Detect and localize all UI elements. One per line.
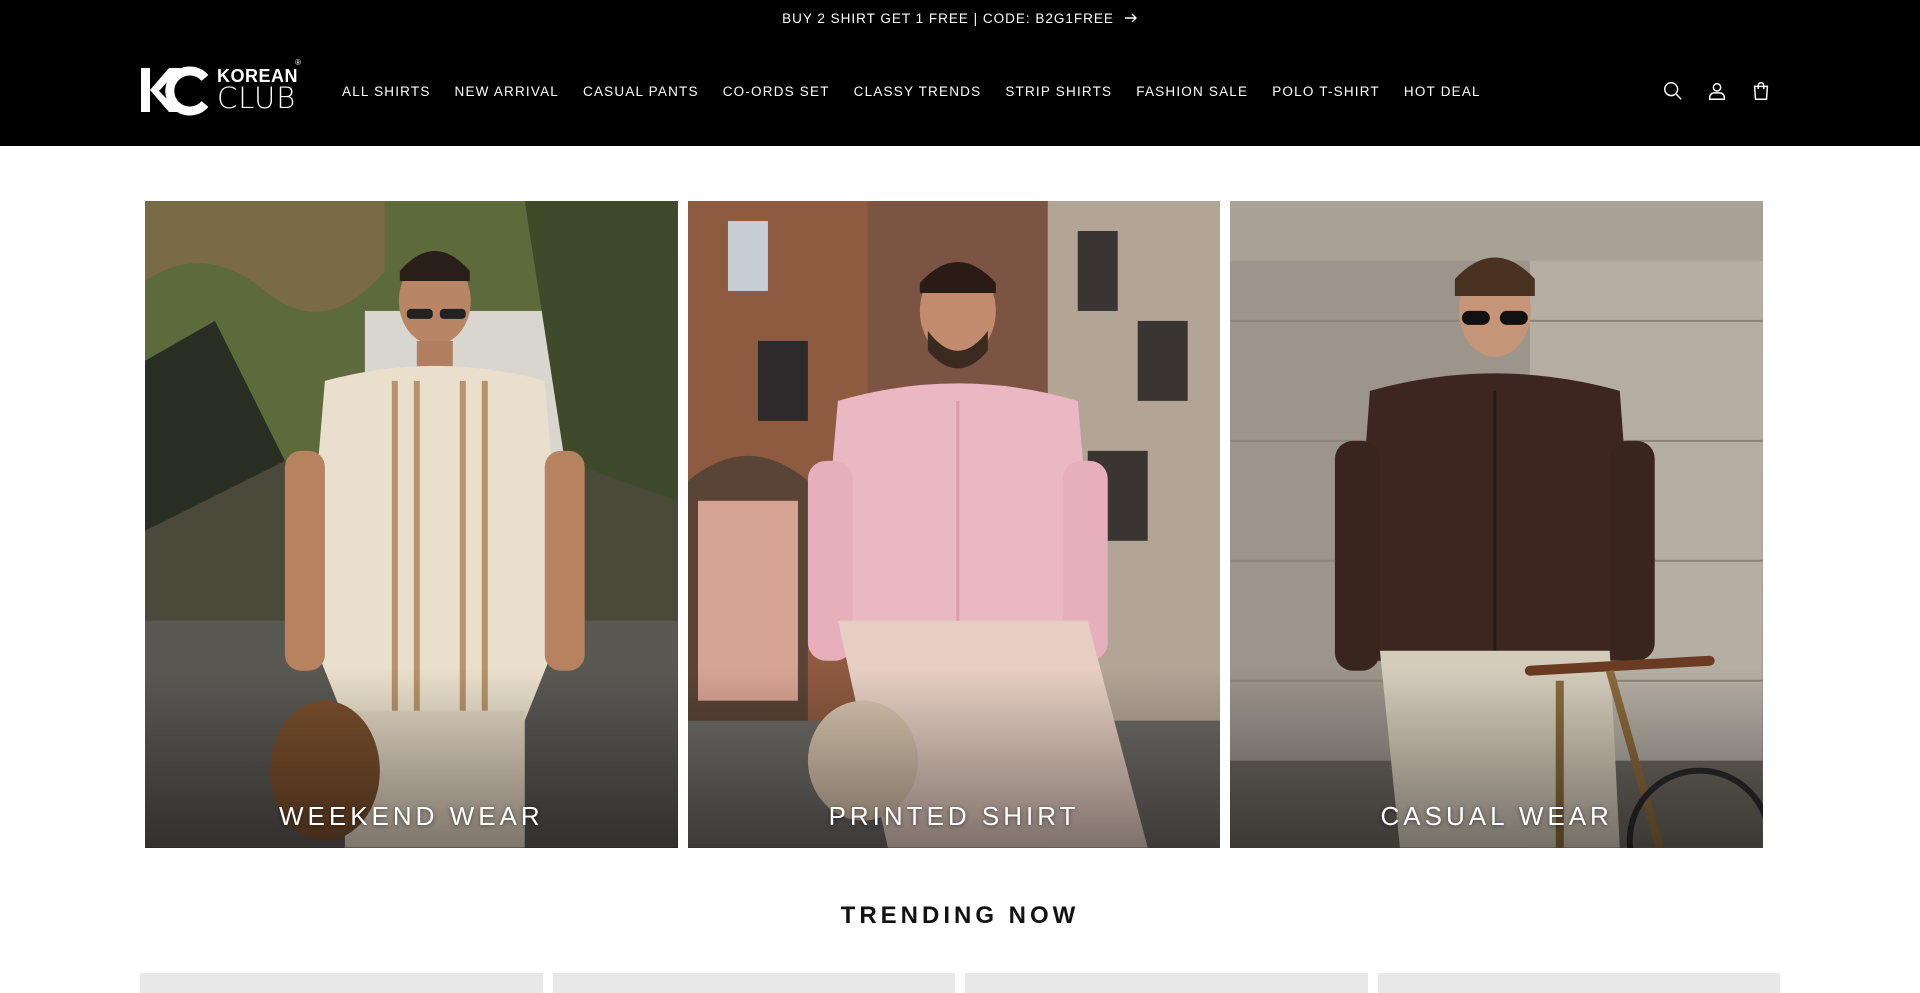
logo[interactable]: ® KOREAN CLUB <box>139 59 304 116</box>
registered-mark: ® <box>295 58 302 67</box>
collection-tiles: WEEKEND WEAR PRINTED SHIRT CASUAL WEAR <box>145 201 1764 848</box>
logo-mark-icon <box>141 66 209 116</box>
trending-title: TRENDING NOW <box>840 902 1080 929</box>
trending-products <box>140 973 1780 993</box>
announcement-bar[interactable]: BUY 2 SHIRT GET 1 FREE | CODE: B2G1FREE <box>0 0 1920 36</box>
nav-item-all-shirts[interactable]: ALL SHIRTS <box>330 84 443 99</box>
collection-title: PRINTED SHIRT <box>828 801 1080 831</box>
nav-item-strip-shirts[interactable]: STRIP SHIRTS <box>993 84 1124 99</box>
header-icons <box>1660 36 1774 146</box>
nav-item-new-arrival[interactable]: NEW ARRIVAL <box>443 84 571 99</box>
product-card[interactable] <box>140 973 543 993</box>
product-card[interactable] <box>552 973 955 993</box>
nav-item-co-ords-set[interactable]: CO-ORDS SET <box>711 84 842 99</box>
logo-text-club: CLUB <box>217 81 297 115</box>
collection-title: CASUAL WEAR <box>1380 801 1613 831</box>
nav-item-hot-deal[interactable]: HOT DEAL <box>1392 84 1493 99</box>
account-icon[interactable] <box>1704 78 1730 104</box>
nav-item-classy-trends[interactable]: CLASSY TRENDS <box>842 84 994 99</box>
product-card[interactable] <box>1377 973 1780 993</box>
collection-title: WEEKEND WEAR <box>278 801 544 831</box>
product-card[interactable] <box>965 973 1368 993</box>
arrow-right-icon <box>1124 10 1138 27</box>
cart-icon[interactable] <box>1748 78 1774 104</box>
site-header: ® KOREAN CLUB ALL SHIRTS NEW ARRIVAL CAS… <box>0 36 1920 146</box>
search-icon[interactable] <box>1660 78 1686 104</box>
main-nav: ALL SHIRTS NEW ARRIVAL CASUAL PANTS CO-O… <box>330 36 1493 146</box>
collection-tile-weekend-wear[interactable]: WEEKEND WEAR <box>145 201 678 848</box>
nav-item-casual-pants[interactable]: CASUAL PANTS <box>571 84 711 99</box>
nav-item-polo-t-shirt[interactable]: POLO T-SHIRT <box>1260 84 1392 99</box>
nav-item-fashion-sale[interactable]: FASHION SALE <box>1124 84 1260 99</box>
announcement-text: BUY 2 SHIRT GET 1 FREE | CODE: B2G1FREE <box>782 10 1114 26</box>
collection-tile-casual-wear[interactable]: CASUAL WEAR <box>1230 201 1764 848</box>
collection-tile-printed-shirt[interactable]: PRINTED SHIRT <box>687 201 1221 848</box>
